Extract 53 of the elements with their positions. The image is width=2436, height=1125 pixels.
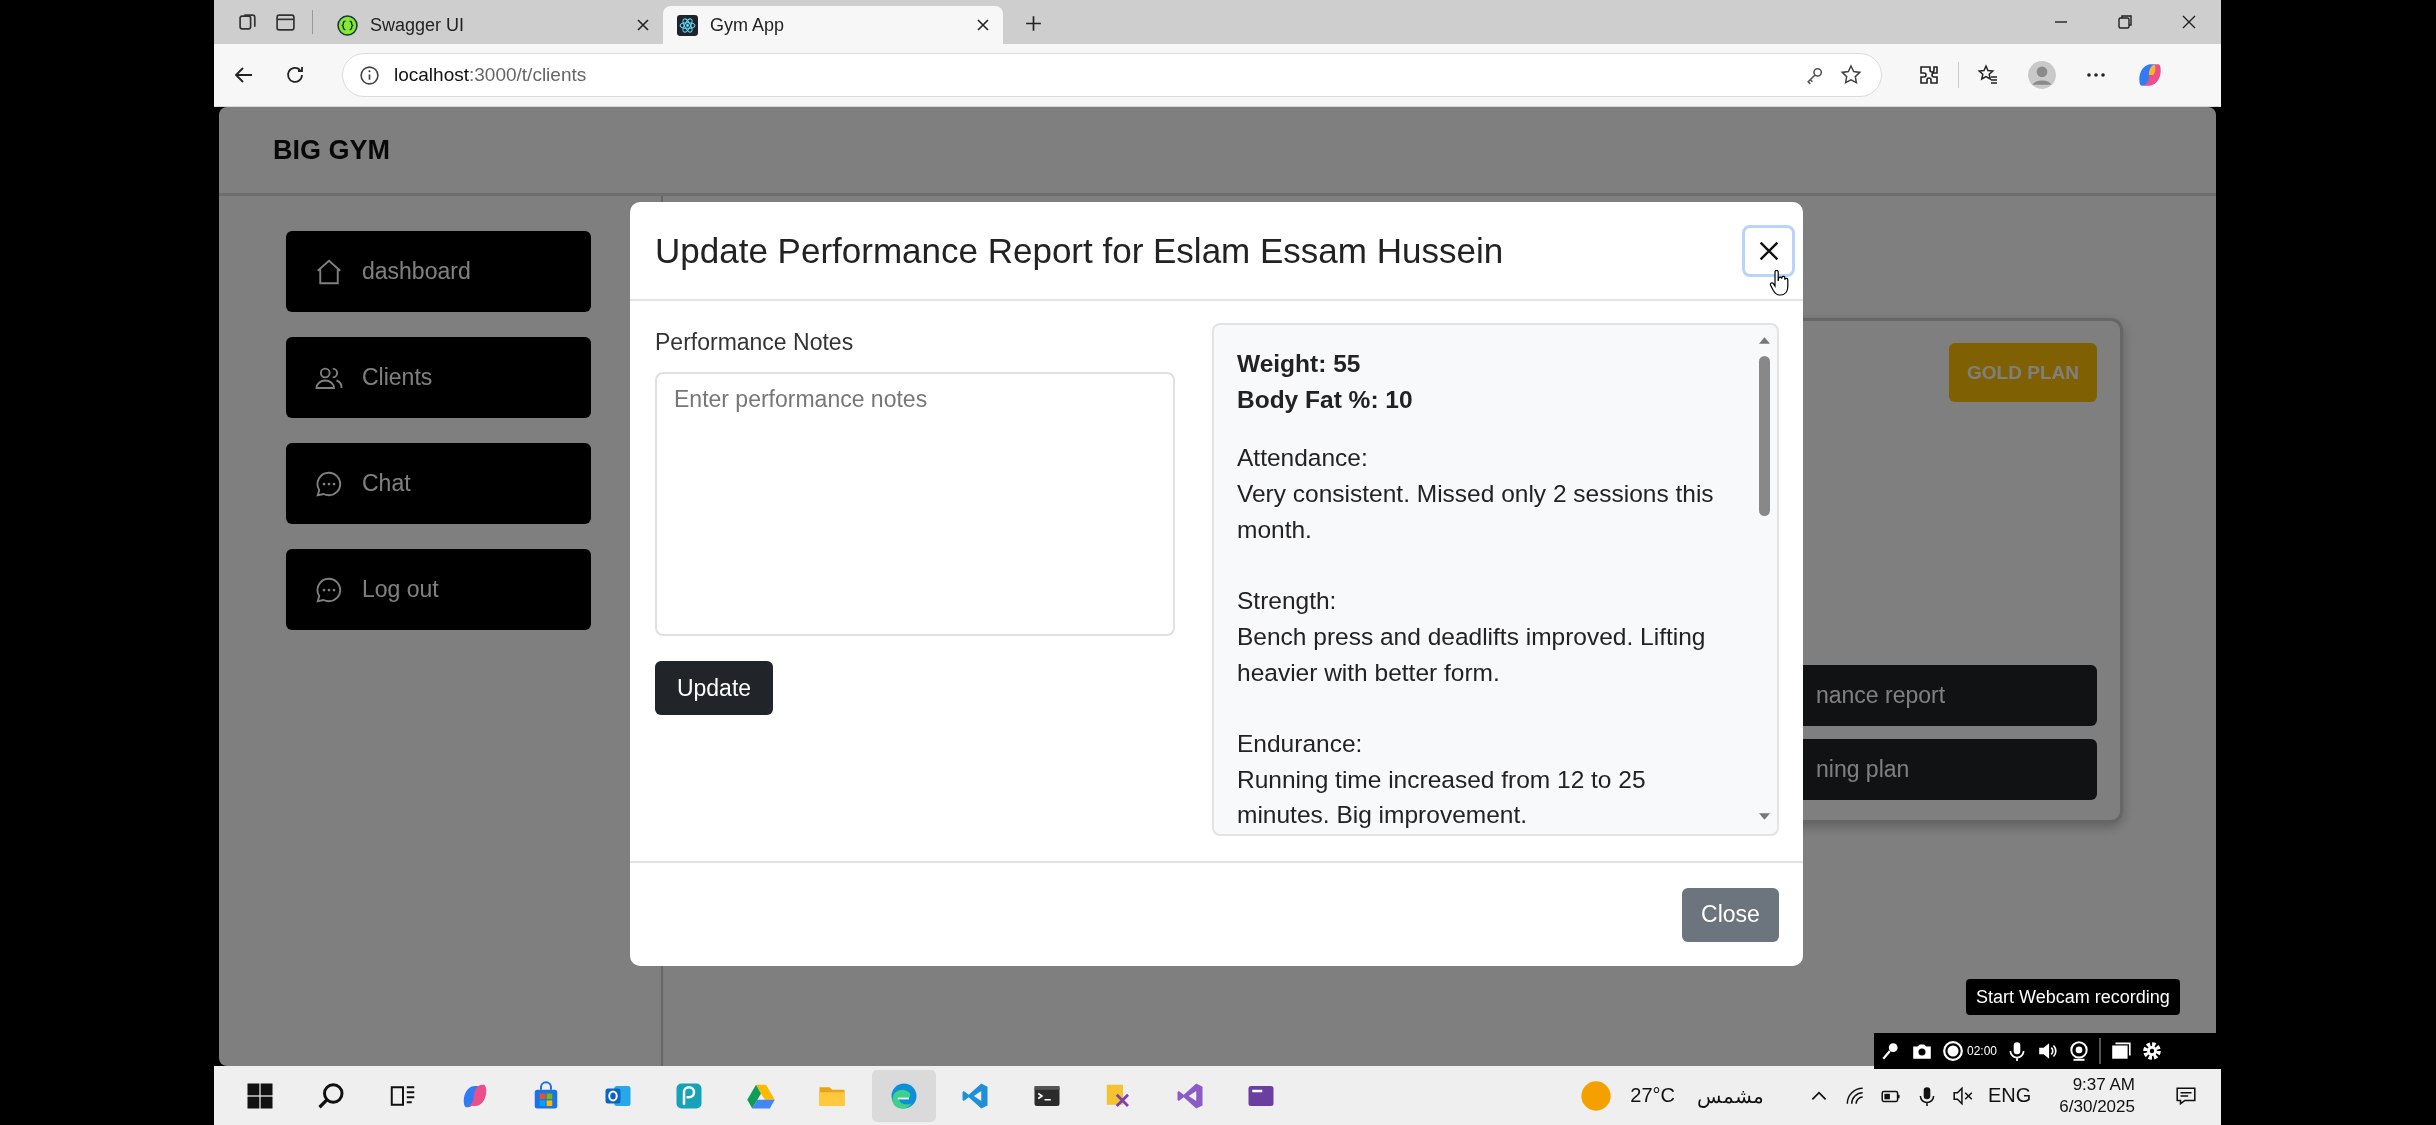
language-indicator[interactable]: ENG [1988, 1084, 2032, 1107]
tooltip: Start Webcam recording [1966, 979, 2180, 1015]
modal-title: Update Performance Report for Eslam Essam Hussein [655, 230, 1505, 271]
temperature-text: 27°C [1630, 1084, 1675, 1107]
section-text: Running time increased from 12 to 25 minutes. Big improvement. [1237, 764, 1647, 831]
close-button[interactable] [1742, 224, 1795, 277]
sidebar-item[interactable]: Clients [286, 337, 591, 418]
close-tab-icon[interactable] [635, 17, 651, 33]
sidebar-item[interactable]: Chat [286, 443, 591, 524]
extensions-icon[interactable] [1917, 63, 1941, 87]
field-label: Performance Notes [655, 329, 854, 356]
timer-text: 02:00 [1967, 1044, 1998, 1058]
new-tab-icon[interactable] [1023, 13, 1044, 34]
section-heading: Strength: [1237, 586, 1338, 617]
plan-badge: GOLD PLAN [1949, 343, 2097, 402]
sidebar-item[interactable]: Log out [286, 549, 591, 630]
muted-speaker-icon[interactable] [1952, 1084, 1974, 1107]
hand-cursor-icon [1769, 270, 1789, 298]
scroll-down-icon[interactable] [1758, 813, 1770, 820]
info-icon [359, 64, 380, 86]
atom-icon [677, 14, 698, 36]
settings-icon[interactable] [2141, 1040, 2164, 1062]
webcam-icon[interactable] [2068, 1040, 2091, 1062]
browser-tab[interactable]: Gym App [663, 6, 1003, 44]
clock[interactable]: 9:37 AM 6/30/2025 [2059, 1073, 2135, 1118]
address-bar[interactable]: localhost:3000/t/clients [342, 53, 1882, 97]
stat-line: Weight: 55 [1237, 349, 1362, 379]
section-text: Very consistent. Missed only 2 sessions this month. [1237, 479, 1715, 545]
browser-tab[interactable]: Swagger UI [323, 6, 663, 44]
section-heading: Endurance: [1237, 729, 1364, 759]
swagger-icon [337, 14, 358, 36]
workspaces-icon[interactable] [238, 12, 259, 33]
update-button[interactable]: Update [655, 661, 773, 715]
close-button[interactable]: Close [1682, 887, 1779, 942]
close-tab-icon[interactable] [975, 17, 991, 33]
weather-condition: مشمس [1697, 1083, 1764, 1108]
section-heading: Attendance: [1237, 443, 1369, 474]
brand-name: BIG GYM [273, 134, 390, 166]
restore-icon[interactable] [2115, 12, 2135, 32]
scroll-thumb[interactable] [1758, 356, 1770, 516]
sidebar-item[interactable]: dashboard [286, 231, 591, 312]
section-text: Bench press and deadlifts improved. Lifting heavier with better form. [1237, 621, 1707, 688]
stat-line: Body Fat %: 10 [1237, 384, 1414, 415]
notes-input-field[interactable]: Enter performance notes [655, 372, 1175, 636]
sun-icon [1580, 1079, 1613, 1112]
window-icon[interactable] [2110, 1040, 2133, 1062]
record-icon[interactable] [1942, 1040, 1964, 1062]
tab-actions-icon[interactable] [275, 12, 296, 33]
scroll-up-icon[interactable] [1758, 337, 1770, 344]
star-icon[interactable] [1839, 63, 1863, 87]
favorites-icon[interactable] [1976, 63, 2000, 87]
profile-avatar-icon[interactable] [2027, 60, 2057, 90]
url-text: localhost:3000/t/clients [394, 64, 587, 86]
